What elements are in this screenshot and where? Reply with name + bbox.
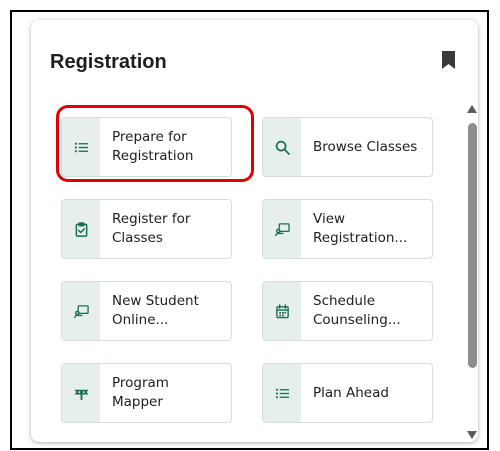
presentation-icon — [62, 282, 100, 340]
search-icon — [263, 118, 301, 176]
new-student-online-tile[interactable]: New Student Online... — [61, 281, 232, 341]
window-frame: Registration Prepare for Registration Br — [10, 10, 489, 450]
card-title: Registration — [50, 51, 167, 73]
calendar-icon — [263, 282, 301, 340]
list-icon — [263, 364, 301, 422]
registration-card: Registration Prepare for Registration Br — [31, 20, 478, 442]
program-mapper-tile[interactable]: Program Mapper — [61, 363, 232, 423]
tile-label: Browse Classes — [313, 138, 418, 155]
schedule-counseling-tile[interactable]: Schedule Counseling... — [262, 281, 433, 341]
view-registration-tile[interactable]: View Registration... — [262, 199, 433, 259]
presentation-icon — [263, 200, 301, 258]
scrollbar-thumb[interactable] — [468, 123, 477, 368]
bookmark-icon[interactable] — [442, 51, 455, 69]
plan-ahead-tile[interactable]: Plan Ahead — [262, 363, 433, 423]
browse-classes-tile[interactable]: Browse Classes — [262, 117, 433, 177]
list-icon — [62, 118, 100, 176]
tile-label: Register for Classes — [112, 211, 191, 246]
map-signpost-icon — [62, 364, 100, 422]
clipboard-check-icon — [62, 200, 100, 258]
tile-label: Prepare for Registration — [112, 129, 194, 164]
scroll-up-arrow-icon[interactable] — [467, 105, 477, 113]
register-for-classes-tile[interactable]: Register for Classes — [61, 199, 232, 259]
tile-label: New Student Online... — [112, 293, 199, 328]
prepare-for-registration-tile[interactable]: Prepare for Registration — [61, 117, 232, 177]
tile-label: Schedule Counseling... — [313, 293, 401, 328]
tile-label: View Registration... — [313, 211, 408, 246]
tile-label: Program Mapper — [112, 375, 169, 410]
tile-label: Plan Ahead — [313, 384, 389, 401]
scroll-down-arrow-icon[interactable] — [467, 431, 477, 439]
